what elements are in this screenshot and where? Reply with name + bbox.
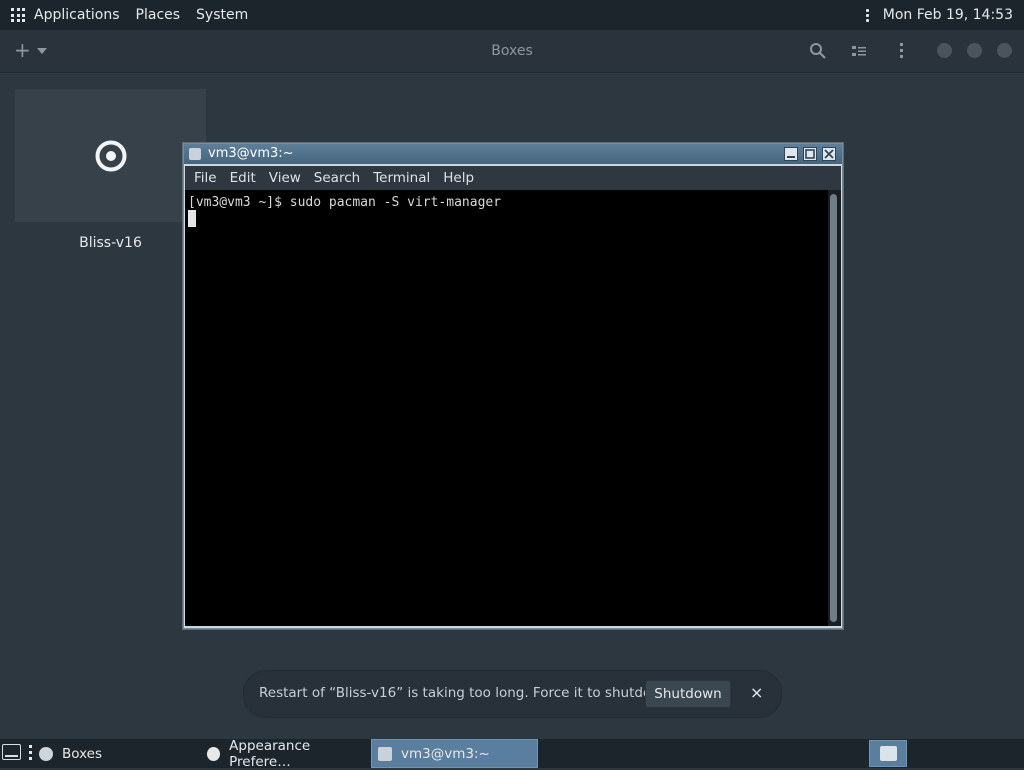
- box-name-label[interactable]: Bliss-v16: [15, 235, 206, 251]
- close-button[interactable]: [822, 147, 836, 161]
- maximize-window-button[interactable]: [967, 43, 982, 58]
- panel-menu-icon[interactable]: [865, 8, 869, 22]
- terminal-titlebar[interactable]: vm3@vm3:~: [184, 144, 842, 164]
- notification-bar: Restart of “Bliss-v16” is taking too lon…: [243, 670, 782, 718]
- menu-terminal[interactable]: Terminal: [373, 170, 430, 186]
- close-window-button[interactable]: [997, 43, 1012, 58]
- terminal-title: vm3@vm3:~: [208, 146, 294, 161]
- close-icon[interactable]: ×: [750, 683, 763, 702]
- terminal-prompt-line: [vm3@vm3 ~]$ sudo pacman -S virt-manager: [188, 195, 502, 210]
- app-grid-icon[interactable]: [11, 8, 25, 22]
- taskbar: Boxes Appearance Prefere… vm3@vm3:~: [0, 737, 1024, 770]
- menu-file[interactable]: File: [194, 170, 217, 186]
- menu-edit[interactable]: Edit: [230, 170, 256, 186]
- window-title: Boxes: [491, 43, 533, 59]
- terminal-menubar: File Edit View Search Terminal Help: [185, 166, 841, 190]
- terminal-output[interactable]: [vm3@vm3 ~]$ sudo pacman -S virt-manager: [185, 190, 828, 626]
- terminal-icon: [378, 746, 392, 761]
- terminal-window[interactable]: vm3@vm3:~ File Edit View Search Terminal…: [183, 143, 843, 629]
- task-appearance[interactable]: Appearance Prefere…: [201, 737, 367, 770]
- workspace-icon: [880, 746, 897, 761]
- text-cursor: [188, 210, 196, 227]
- menu-view[interactable]: View: [269, 170, 301, 186]
- maximize-icon: [805, 149, 815, 159]
- appearance-icon: [207, 746, 221, 761]
- minimize-button[interactable]: [784, 147, 798, 161]
- task-label: Appearance Prefere…: [229, 737, 311, 770]
- minimize-icon: [787, 156, 795, 158]
- more-options-icon[interactable]: [900, 43, 903, 58]
- maximize-button[interactable]: [803, 147, 817, 161]
- terminal-icon: [189, 148, 201, 160]
- boxes-header-bar: + Boxes: [0, 30, 1024, 73]
- terminal-scrollbar[interactable]: [828, 190, 841, 626]
- scrollbar-thumb[interactable]: [830, 194, 837, 622]
- menu-search[interactable]: Search: [314, 170, 360, 186]
- task-terminal[interactable]: vm3@vm3:~: [371, 739, 538, 768]
- menu-places[interactable]: Places: [136, 7, 181, 23]
- task-label: vm3@vm3:~: [401, 745, 490, 762]
- boxes-icon: [39, 746, 53, 761]
- close-icon: [824, 149, 834, 159]
- menu-applications[interactable]: Applications: [34, 7, 120, 23]
- drag-handle-icon[interactable]: [29, 745, 32, 760]
- menu-help[interactable]: Help: [443, 170, 474, 186]
- minimize-window-button[interactable]: [937, 43, 952, 58]
- workspace-switcher[interactable]: [869, 740, 907, 767]
- top-panel: Applications Places System Mon Feb 19, 1…: [0, 0, 1024, 30]
- box-status-icon: [95, 140, 127, 172]
- selection-mode-icon[interactable]: [852, 45, 866, 57]
- show-desktop-icon[interactable]: [2, 744, 21, 760]
- shutdown-button[interactable]: Shutdown: [645, 680, 731, 708]
- search-icon[interactable]: [809, 42, 826, 59]
- menu-system[interactable]: System: [196, 7, 248, 23]
- task-boxes[interactable]: Boxes: [37, 739, 197, 768]
- notification-message: Restart of “Bliss-v16” is taking too lon…: [259, 685, 678, 701]
- task-label: Boxes: [62, 745, 103, 762]
- clock[interactable]: Mon Feb 19, 14:53: [883, 7, 1013, 23]
